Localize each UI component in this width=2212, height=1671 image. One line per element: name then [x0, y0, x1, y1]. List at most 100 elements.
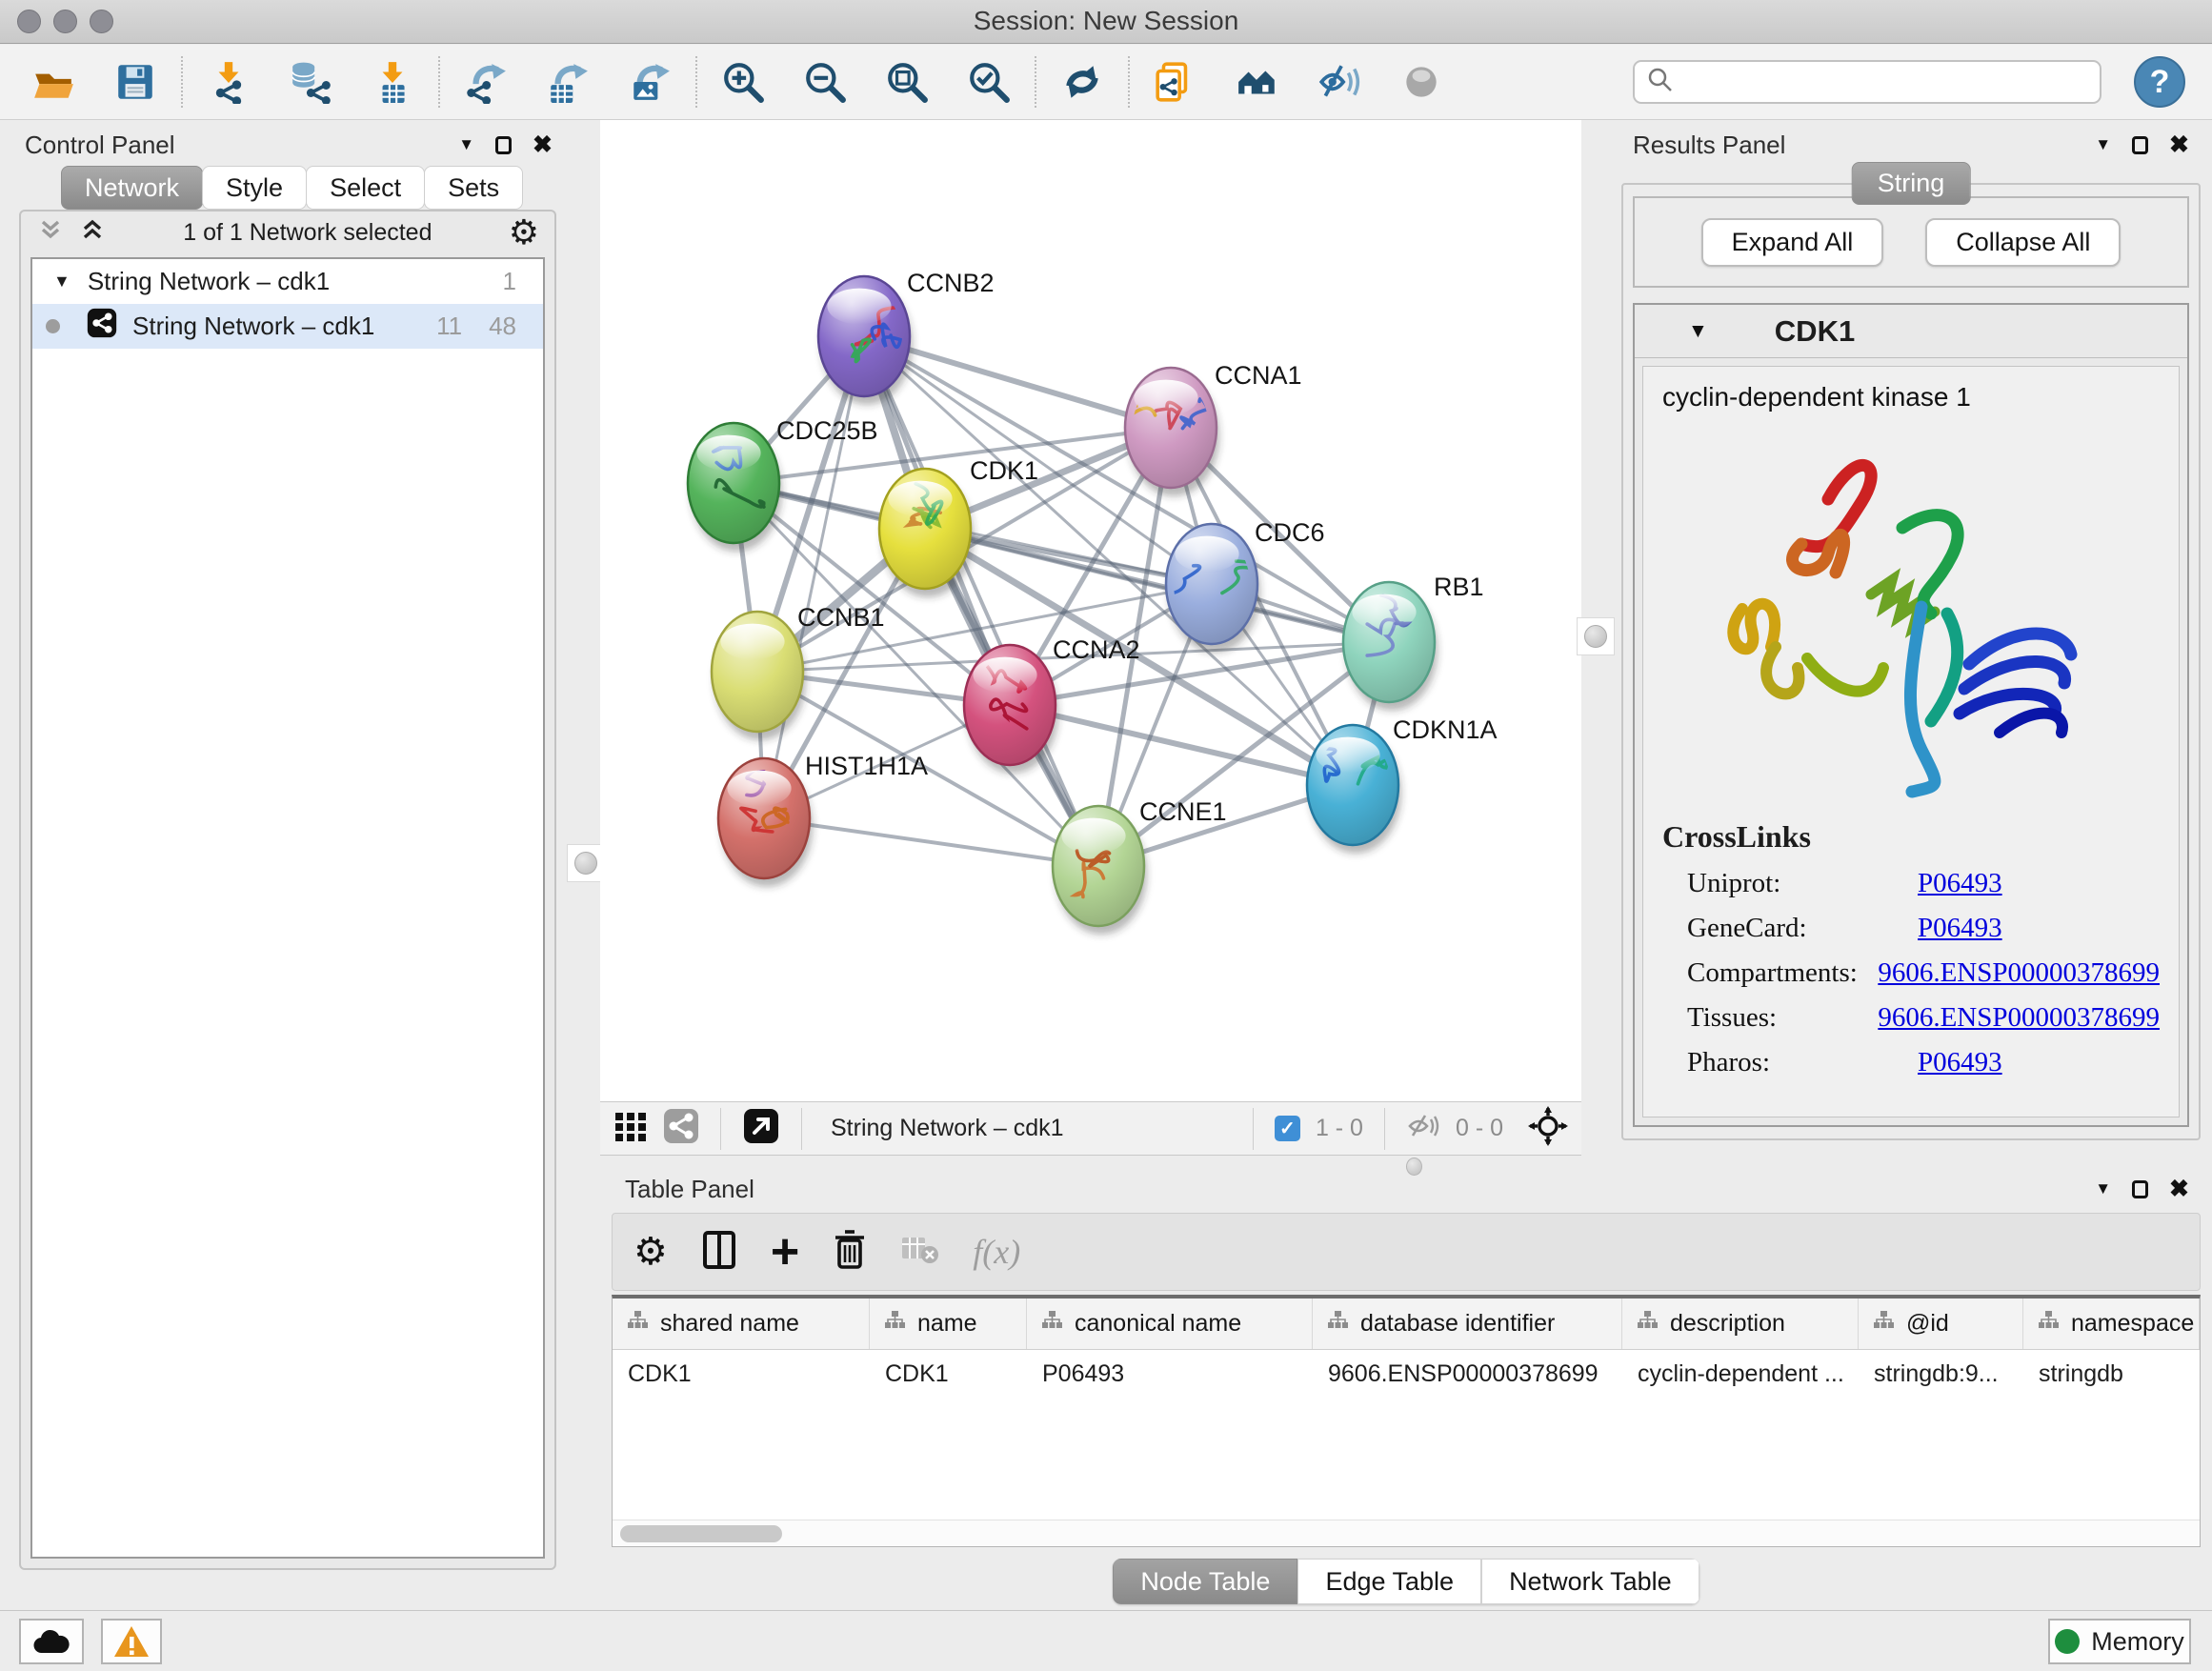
network-canvas[interactable]: CCNB2CCNA1CDC25BCDK1CDC6RB1CCNB1CCNA2CDK… [600, 120, 1581, 1101]
crosslink-label: Pharos: [1662, 1047, 1918, 1078]
import-network-icon[interactable] [202, 55, 255, 109]
network-edge[interactable] [764, 818, 1098, 866]
hidden-eye-slash-icon[interactable] [1406, 1112, 1440, 1145]
network-node-rb1[interactable] [1343, 582, 1438, 711]
column-header-canonicalname[interactable]: canonical name [1027, 1299, 1313, 1349]
show-graphics-details-icon[interactable] [1231, 55, 1284, 109]
crosslink-link[interactable]: 9606.ENSP00000378699 [1878, 1002, 2160, 1034]
zoom-selected-icon[interactable] [962, 55, 1016, 109]
search-input[interactable] [1682, 68, 2088, 97]
network-node-cdc6[interactable] [1165, 524, 1260, 653]
panel-float-icon[interactable] [495, 136, 512, 154]
tab-sets[interactable]: Sets [424, 166, 523, 210]
hscrollbar-thumb[interactable] [620, 1525, 782, 1542]
tab-select[interactable]: Select [306, 166, 425, 210]
tab-network-table[interactable]: Network Table [1481, 1559, 1699, 1604]
network-node-cdk1[interactable] [879, 469, 974, 597]
column-header-id[interactable]: @id [1859, 1299, 2023, 1349]
table-hscrollbar[interactable] [613, 1520, 2200, 1546]
hide-selected-icon[interactable] [1313, 55, 1366, 109]
window-close-button[interactable] [17, 10, 41, 33]
save-session-icon[interactable] [109, 55, 162, 109]
import-network-database-icon[interactable] [284, 55, 337, 109]
memory-button[interactable]: Memory [2048, 1619, 2191, 1664]
network-share-icon[interactable] [663, 1108, 699, 1149]
crosslink-link[interactable]: P06493 [1918, 868, 2002, 899]
network-node-cdc25b[interactable] [688, 423, 782, 552]
tab-network[interactable]: Network [61, 166, 203, 210]
external-link-icon[interactable] [742, 1107, 780, 1150]
network-node-ccne1[interactable] [1053, 806, 1147, 935]
crosshair-icon[interactable] [1528, 1106, 1568, 1151]
panel-float-icon[interactable] [2132, 136, 2148, 154]
tab-edge-table[interactable]: Edge Table [1297, 1559, 1481, 1604]
zoom-out-icon[interactable] [798, 55, 852, 109]
network-node-cdkn1a[interactable] [1307, 725, 1401, 854]
network-node-ccna2[interactable] [964, 645, 1058, 774]
table-splitter-handle[interactable] [1406, 1158, 1422, 1176]
add-column-icon[interactable]: + [771, 1233, 799, 1271]
panel-float-icon[interactable] [2132, 1180, 2148, 1198]
right-splitter-handle[interactable] [1577, 617, 1615, 655]
network-node-ccnb1[interactable] [712, 612, 806, 740]
network-edge[interactable] [864, 336, 1098, 866]
gear-icon[interactable]: ⚙ [509, 212, 539, 252]
column-header-description[interactable]: description [1622, 1299, 1859, 1349]
tab-string[interactable]: String [1852, 162, 1971, 205]
help-button[interactable]: ? [2134, 56, 2185, 108]
network-count: 48 [489, 312, 516, 341]
table-row[interactable]: CDK1CDK1P064939606.ENSP00000378699cyclin… [613, 1350, 2200, 1399]
expand-all-icon[interactable] [78, 216, 107, 250]
export-table-icon[interactable] [541, 55, 594, 109]
string-results-box: Expand All Collapse All ▼ CDK1 cyclin-de… [1621, 183, 2201, 1140]
birds-eye-grid-icon[interactable] [613, 1109, 648, 1148]
panel-close-icon[interactable]: ✖ [2169, 131, 2189, 159]
birds-eye-icon[interactable] [1395, 55, 1448, 109]
collapse-all-button[interactable]: Collapse All [1925, 218, 2121, 267]
tree-expander-icon[interactable]: ▼ [53, 272, 70, 292]
warning-button[interactable] [101, 1619, 162, 1664]
panel-close-icon[interactable]: ✖ [533, 131, 553, 159]
window-maximize-button[interactable] [90, 10, 113, 33]
open-session-icon[interactable] [27, 55, 80, 109]
tab-style[interactable]: Style [202, 166, 307, 210]
left-splitter[interactable] [573, 120, 600, 1610]
network-node-hist1h1a[interactable] [718, 758, 813, 887]
collapse-all-icon[interactable] [36, 216, 65, 250]
export-network-icon[interactable] [459, 55, 513, 109]
apply-layout-icon[interactable] [1056, 55, 1109, 109]
column-header-sharedname[interactable]: shared name [613, 1299, 870, 1349]
panel-collapse-icon[interactable]: ▼ [2095, 1179, 2111, 1198]
window-minimize-button[interactable] [53, 10, 77, 33]
import-table-icon[interactable] [366, 55, 419, 109]
column-header-databaseidentifier[interactable]: database identifier [1313, 1299, 1622, 1349]
expand-all-button[interactable]: Expand All [1701, 218, 1884, 267]
show-columns-icon[interactable] [700, 1229, 738, 1276]
crosslink-link[interactable]: 9606.ENSP00000378699 [1878, 957, 2160, 989]
left-splitter-handle[interactable] [567, 844, 605, 882]
table-settings-gear-icon[interactable]: ⚙ [633, 1230, 668, 1274]
export-image-icon[interactable] [623, 55, 676, 109]
panel-close-icon[interactable]: ✖ [2169, 1175, 2189, 1203]
network-tree-row[interactable]: String Network – cdk11148 [32, 304, 543, 349]
network-node-ccna1[interactable] [1125, 368, 1219, 496]
crosslink-link[interactable]: P06493 [1918, 1047, 2002, 1078]
right-splitter[interactable] [1582, 120, 1610, 1156]
panel-collapse-icon[interactable]: ▼ [458, 135, 474, 154]
delete-column-trash-icon[interactable] [832, 1229, 868, 1276]
network-tree-row[interactable]: ▼String Network – cdk11 [32, 259, 543, 304]
panel-collapse-icon[interactable]: ▼ [2095, 135, 2111, 154]
crosslink-link[interactable]: P06493 [1918, 913, 2002, 944]
cloud-button[interactable] [19, 1619, 84, 1664]
network-edge[interactable] [1010, 705, 1353, 785]
zoom-in-icon[interactable] [716, 55, 770, 109]
tab-node-table[interactable]: Node Table [1113, 1559, 1297, 1604]
selected-checkbox-icon[interactable]: ✓ [1275, 1116, 1300, 1141]
entry-collapse-icon[interactable]: ▼ [1688, 320, 1708, 343]
zoom-fit-icon[interactable] [880, 55, 934, 109]
column-header-namespace[interactable]: namespace [2023, 1299, 2200, 1349]
table-splitter[interactable] [600, 1156, 2212, 1169]
clone-network-icon[interactable] [1149, 55, 1202, 109]
column-header-name[interactable]: name [870, 1299, 1027, 1349]
network-node-ccnb2[interactable] [818, 276, 913, 405]
